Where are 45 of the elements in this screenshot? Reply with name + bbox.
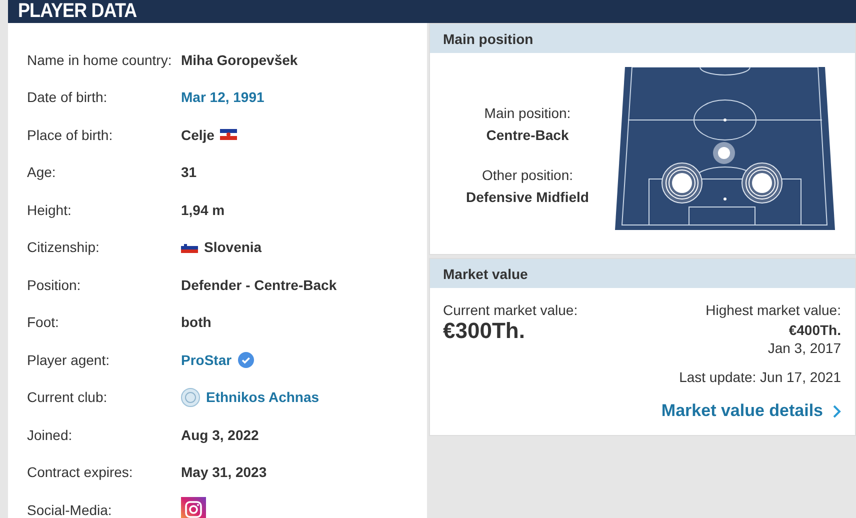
- position-label: Main position:: [484, 104, 571, 120]
- chevron-right-icon: [833, 404, 841, 418]
- field-value: Celje: [181, 126, 214, 143]
- market-value-details-link[interactable]: Market value details: [661, 401, 841, 421]
- club-link[interactable]: Ethnikos Achnas: [206, 389, 320, 406]
- field-label: Current club:: [27, 389, 108, 406]
- agent-link[interactable]: ProStar: [181, 352, 232, 368]
- club-crest-icon: [181, 388, 200, 407]
- field-label: Age:: [27, 164, 57, 180]
- section-title: PLAYER DATA: [18, 0, 137, 23]
- highest-market-value: €400Th.: [788, 322, 841, 338]
- field-label: Position:: [27, 276, 82, 293]
- field-value: Defender - Centre-Back: [181, 276, 337, 293]
- field-value: Slovenia: [204, 239, 262, 256]
- position-value: Defensive Midfield: [466, 188, 589, 204]
- field-label: Social-Media:: [27, 502, 113, 518]
- highest-value-label: Highest market value:: [706, 302, 841, 318]
- date-link[interactable]: Mar 12, 1991: [181, 89, 264, 106]
- current-value-label: Current market value:: [443, 302, 578, 318]
- field-value: 31: [181, 164, 197, 180]
- field-value: Aug 3, 2022: [181, 426, 259, 443]
- field-label: Name in home country:: [27, 52, 173, 68]
- instagram-icon[interactable]: [181, 497, 206, 518]
- card-title: Market value: [430, 259, 855, 288]
- field-label: Joined:: [27, 426, 74, 443]
- field-value: both: [181, 314, 212, 330]
- field-label: Citizenship:: [27, 239, 100, 256]
- field-label: Date of birth:: [27, 89, 108, 106]
- last-update-text: Last update: Jun 17, 2021: [679, 369, 841, 385]
- field-label: Height:: [27, 202, 72, 218]
- field-value: Miha Goropevšek: [181, 52, 298, 68]
- field-label: Place of birth:: [27, 126, 114, 143]
- card-title: Main position: [430, 24, 855, 53]
- field-label: Foot:: [27, 314, 60, 330]
- highest-value-date: Jan 3, 2017: [768, 340, 841, 356]
- position-value: Centre-Back: [486, 126, 569, 142]
- flag-icon: [181, 242, 198, 253]
- verified-icon: [238, 352, 254, 368]
- current-market-value: €300Th.: [443, 318, 525, 344]
- field-label: Contract expires:: [27, 464, 134, 480]
- field-label: Player agent:: [27, 352, 110, 368]
- field-value: May 31, 2023: [181, 464, 267, 480]
- flag-icon: [220, 129, 238, 140]
- field-value: 1,94 m: [181, 202, 225, 218]
- position-label: Other position:: [482, 166, 574, 182]
